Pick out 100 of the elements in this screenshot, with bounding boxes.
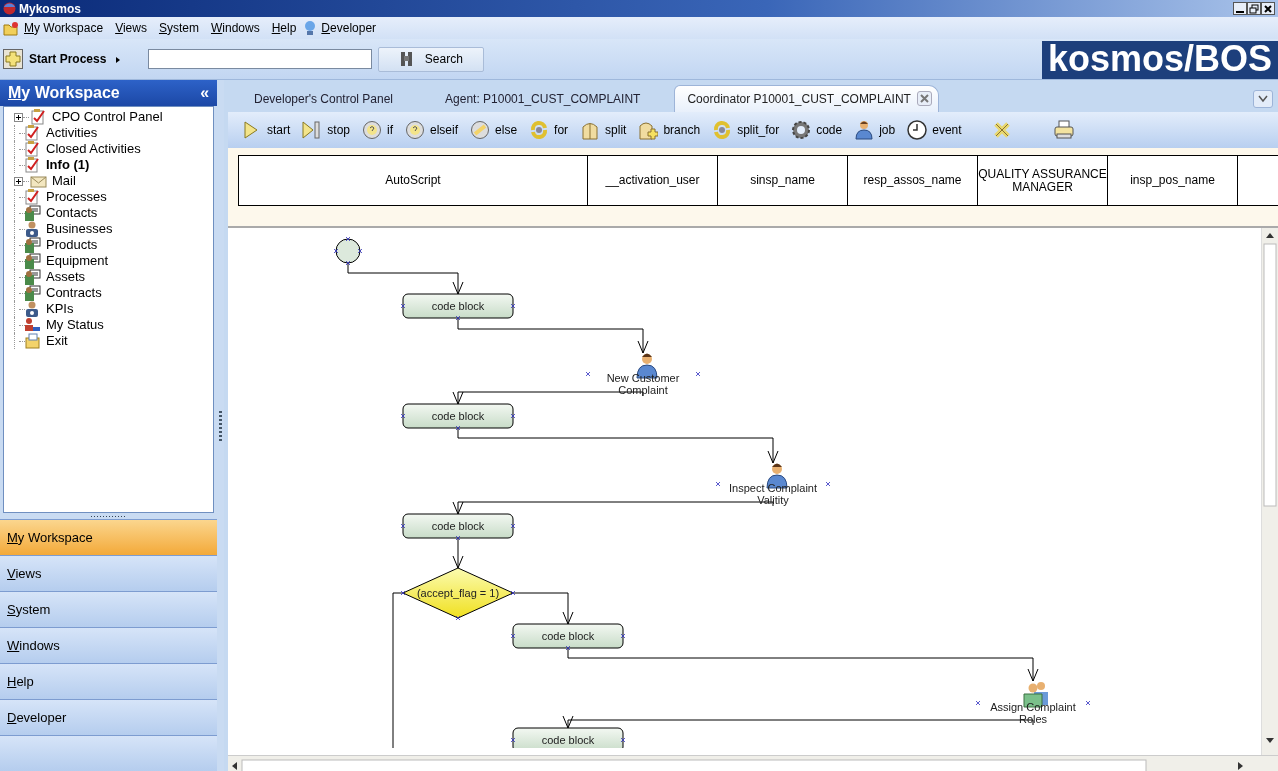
palette-button[interactable]: job bbox=[850, 120, 904, 140]
splitter-grip-icon[interactable] bbox=[219, 410, 223, 441]
palette-button[interactable]: elseif bbox=[401, 120, 467, 140]
palette-button[interactable]: start bbox=[238, 120, 299, 140]
lamp-icon bbox=[304, 20, 317, 36]
expand-icon[interactable] bbox=[14, 176, 23, 186]
menu-item[interactable]: Developer bbox=[317, 19, 385, 37]
palette-button[interactable]: else bbox=[466, 120, 526, 140]
node-label: Inspect Complaint Valitity bbox=[729, 482, 817, 506]
palette-button[interactable]: split_for bbox=[708, 120, 788, 140]
table-cell bbox=[1238, 155, 1278, 206]
envelope-icon bbox=[30, 173, 47, 189]
start-node[interactable] bbox=[333, 236, 363, 266]
nav-button[interactable]: Help bbox=[0, 663, 218, 699]
palette-button[interactable]: split bbox=[576, 120, 635, 140]
minimize-button[interactable] bbox=[1233, 2, 1247, 15]
tab-list-button[interactable] bbox=[1253, 90, 1273, 108]
node-label: Assign Complaint Roles bbox=[990, 701, 1076, 725]
tab[interactable]: Agent: P10001_CUST_COMPLAINT bbox=[419, 86, 667, 112]
checklist-icon bbox=[24, 125, 41, 141]
code-block-node[interactable] bbox=[510, 727, 626, 748]
slash-circle-icon bbox=[470, 120, 491, 140]
app-globe-icon bbox=[3, 2, 16, 15]
clock-icon bbox=[907, 120, 928, 140]
palette-button[interactable]: event bbox=[903, 120, 970, 140]
restore-button[interactable] bbox=[1247, 2, 1261, 15]
question-icon bbox=[362, 120, 383, 140]
person-badge-icon bbox=[24, 221, 41, 237]
node-label: code block bbox=[431, 300, 485, 312]
node-label: code block bbox=[541, 734, 595, 746]
panel-title: My Workspace bbox=[8, 83, 120, 103]
binoculars-icon bbox=[399, 51, 413, 67]
loop-icon bbox=[529, 120, 550, 140]
collapse-button[interactable]: « bbox=[200, 81, 210, 105]
nav-button[interactable]: Views bbox=[0, 555, 218, 591]
resize-grip-icon[interactable] bbox=[90, 514, 127, 518]
code-block-node[interactable] bbox=[400, 513, 516, 541]
column-header: insp_pos_name bbox=[1108, 155, 1238, 206]
search-field[interactable] bbox=[148, 49, 373, 69]
close-tab-button[interactable] bbox=[916, 91, 932, 106]
port-mark bbox=[825, 481, 831, 487]
menu-item[interactable]: Help bbox=[267, 19, 305, 37]
column-header: sinsp_name bbox=[718, 155, 848, 206]
condition-node[interactable] bbox=[400, 567, 516, 621]
expand-icon[interactable] bbox=[14, 112, 23, 122]
node-label: New Customer Complaint bbox=[606, 372, 680, 396]
close-button[interactable] bbox=[1261, 2, 1275, 15]
port-mark bbox=[975, 700, 981, 706]
nav-button[interactable]: Windows bbox=[0, 627, 218, 663]
code-block-node[interactable] bbox=[400, 293, 516, 321]
menu-item[interactable]: System bbox=[154, 19, 207, 37]
person-badge-icon bbox=[24, 301, 41, 317]
node-label: code block bbox=[431, 410, 485, 422]
caret-icon[interactable] bbox=[116, 57, 121, 63]
checklist-icon bbox=[24, 141, 41, 157]
palette-button[interactable]: for bbox=[525, 120, 577, 140]
connector-arrow bbox=[512, 592, 574, 625]
person-status-icon bbox=[24, 317, 41, 333]
port-mark bbox=[1085, 700, 1091, 706]
nav-button[interactable]: System bbox=[0, 591, 218, 627]
menu-item[interactable]: Views bbox=[111, 19, 155, 37]
door-icon bbox=[580, 120, 601, 140]
close-icon bbox=[919, 94, 929, 103]
column-header: resp_assos_name bbox=[848, 155, 978, 206]
contact-card-icon bbox=[24, 269, 41, 285]
palette-button[interactable]: stop bbox=[298, 120, 359, 140]
search-button[interactable]: Search bbox=[378, 46, 485, 72]
port-mark bbox=[715, 481, 721, 487]
code-block-node[interactable] bbox=[400, 403, 516, 431]
column-header: QUALITY ASSURANCE MANAGER bbox=[978, 155, 1108, 206]
close-icon bbox=[1263, 3, 1273, 14]
door-plus-icon bbox=[638, 120, 659, 140]
folder-icon bbox=[3, 20, 19, 36]
checklist-icon bbox=[30, 109, 47, 125]
scrollbar-corner bbox=[1261, 755, 1278, 771]
palette-button[interactable]: if bbox=[358, 120, 402, 140]
horizontal-scrollbar[interactable] bbox=[228, 755, 1261, 771]
code-block-node[interactable] bbox=[510, 623, 626, 651]
checklist-icon bbox=[24, 189, 41, 205]
nav-button[interactable]: My Workspace bbox=[0, 519, 218, 555]
nav-button[interactable]: Developer bbox=[0, 699, 218, 735]
tab[interactable]: Developer's Control Panel bbox=[228, 86, 420, 112]
port-mark bbox=[695, 371, 701, 377]
start-process-button[interactable]: Start Process bbox=[23, 49, 113, 69]
delete-icon bbox=[991, 120, 1012, 140]
menu-item[interactable]: My Workspace bbox=[20, 19, 112, 37]
loop-icon bbox=[712, 120, 733, 140]
plus-icon[interactable] bbox=[3, 49, 23, 69]
palette-button[interactable]: branch bbox=[634, 120, 709, 140]
tab[interactable]: Coordinator P10001_CUST_COMPLAINT bbox=[674, 85, 939, 112]
column-header: AutoScript bbox=[238, 155, 588, 206]
contact-card-icon bbox=[24, 237, 41, 253]
vertical-scrollbar[interactable] bbox=[1261, 228, 1278, 755]
logo: kosmos/BOS bbox=[1041, 41, 1278, 79]
palette-button[interactable]: code bbox=[787, 120, 851, 140]
menu-item[interactable]: Windows bbox=[207, 19, 268, 37]
chevron-down-icon bbox=[1258, 95, 1268, 103]
printer-icon bbox=[24, 333, 41, 349]
restore-icon bbox=[1249, 3, 1259, 14]
printer-icon bbox=[1053, 120, 1074, 140]
